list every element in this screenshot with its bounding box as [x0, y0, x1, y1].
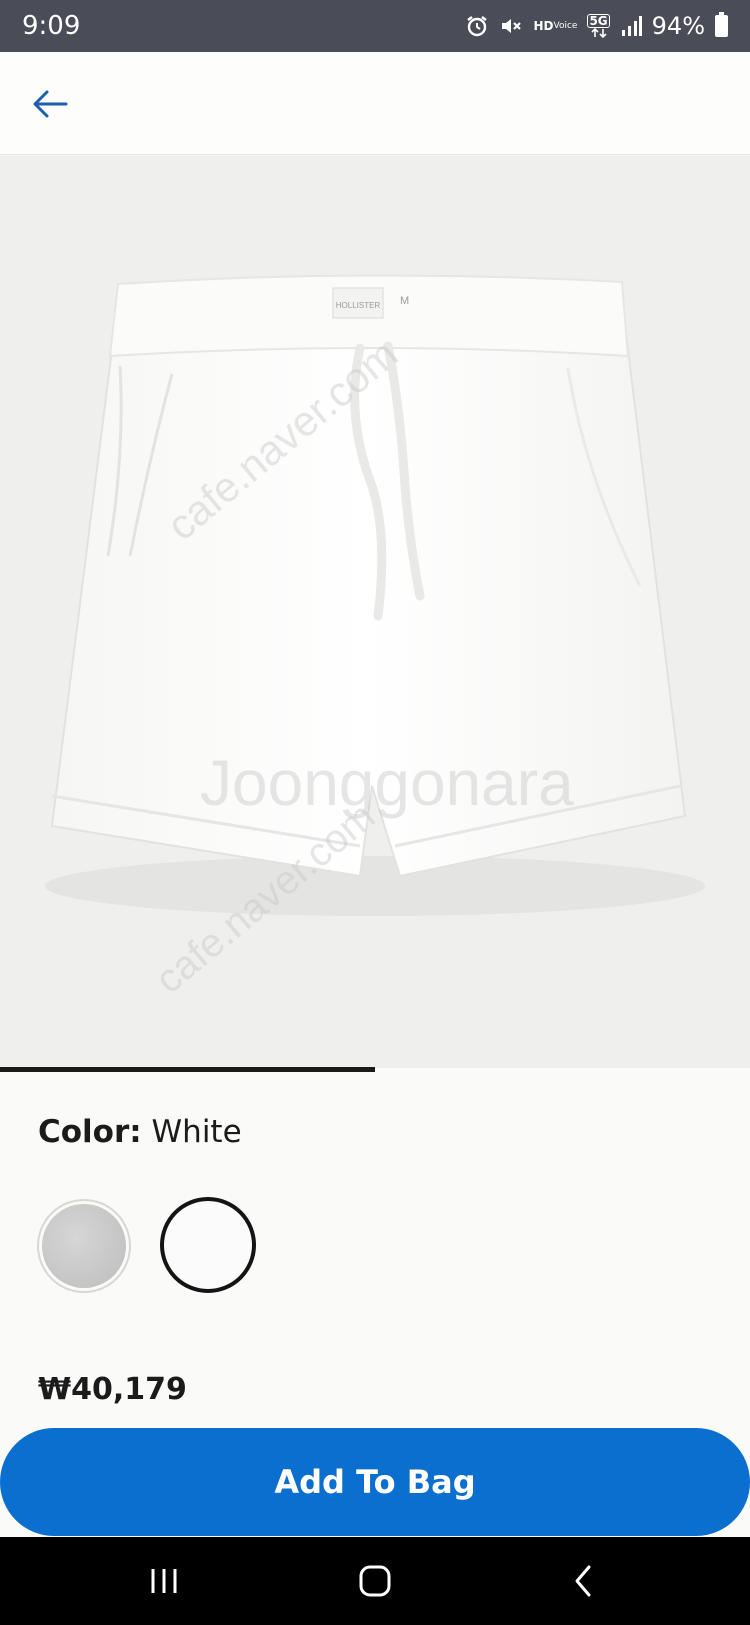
price: ₩40,179	[38, 1372, 187, 1407]
swatch-grey[interactable]	[37, 1199, 131, 1293]
app-header	[0, 52, 750, 155]
system-nav-bar	[0, 1537, 750, 1625]
home-button[interactable]	[351, 1559, 399, 1603]
recents-button[interactable]	[140, 1559, 188, 1603]
battery-icon	[715, 12, 728, 37]
carousel-indicator	[0, 1067, 375, 1072]
arrow-left-icon	[33, 90, 68, 118]
alarm-icon	[465, 14, 489, 38]
status-icons: HD Voice 5G 94%	[465, 12, 728, 40]
add-to-bag-button[interactable]: Add To Bag	[0, 1428, 750, 1536]
swatch-white-selected[interactable]	[160, 1197, 256, 1293]
home-icon	[359, 1565, 391, 1597]
status-time: 9:09	[22, 11, 81, 41]
nav-back-button[interactable]	[560, 1559, 608, 1603]
signal-icon	[620, 15, 642, 37]
status-bar: 9:09 HD Voice 5G 94%	[0, 0, 750, 52]
watermark: Joonggonara	[200, 747, 574, 819]
battery-level: 94%	[651, 12, 705, 40]
back-button[interactable]	[28, 82, 72, 126]
5g-icon: 5G	[587, 14, 610, 38]
product-image[interactable]: HOLLISTER M cafe.naver.com Joonggonara c…	[0, 156, 750, 1068]
color-value: White	[151, 1114, 242, 1150]
color-label-title: Color:	[38, 1114, 142, 1150]
shorts-image: HOLLISTER M	[45, 274, 705, 916]
size-tag-text: M	[400, 295, 409, 307]
brand-tag-text: HOLLISTER	[336, 301, 381, 310]
recents-icon	[151, 1569, 177, 1593]
color-label: Color: White	[38, 1114, 242, 1150]
swatch-grey-fill	[42, 1204, 126, 1288]
hd-voice-icon: HD Voice	[533, 18, 578, 33]
back-icon	[575, 1565, 591, 1597]
add-to-bag-label: Add To Bag	[274, 1463, 476, 1501]
mute-icon	[499, 14, 523, 38]
